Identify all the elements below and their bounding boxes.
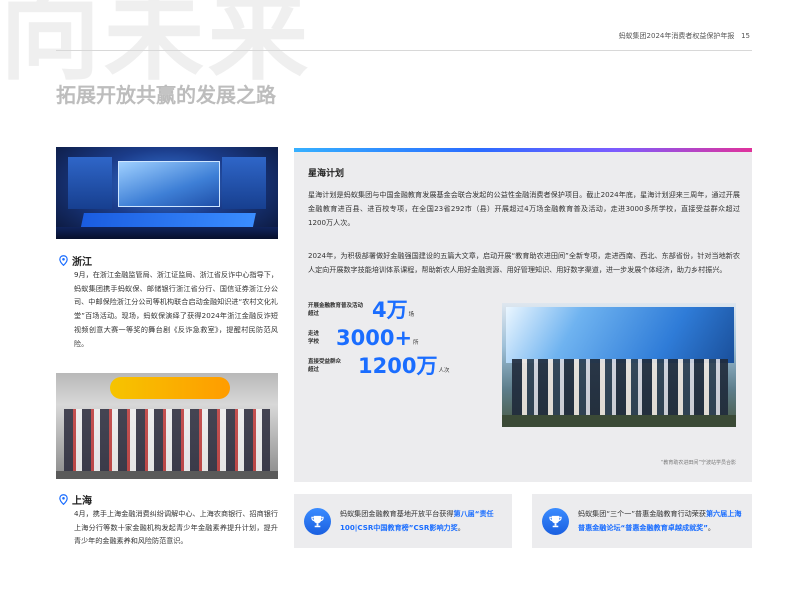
award-text: 蚂蚁集团金融教育基地开放平台获得第八届“责任100|CSR中国教育榜”CSR影响… — [340, 507, 505, 535]
award-text-part: 蚂蚁集团“三个一”普惠金融教育行动荣获 — [578, 509, 706, 518]
location-description: 4月，携手上海金融消费纠纷调解中心、上海农商银行、招商银行上海分行等数十家金融机… — [74, 509, 278, 546]
group-floor — [56, 471, 278, 479]
stat-unit: 场 — [408, 312, 415, 318]
panel-gradient-bar — [294, 148, 752, 152]
stat-label: 超过 — [308, 366, 320, 373]
stat-label: 走进 — [308, 331, 320, 337]
photo-caption: “教育助农进田间”宁波站学员合影 — [660, 460, 736, 466]
training-banner — [506, 307, 734, 363]
stat-value: 1200万 — [358, 354, 438, 378]
award-text-part: 。 — [707, 523, 716, 532]
shanghai-group-photo — [56, 373, 278, 479]
page-number: 15 — [741, 32, 750, 40]
trophy-icon — [304, 507, 331, 535]
location-shanghai: 上海 — [58, 492, 92, 507]
stat-unit: 人次 — [438, 368, 450, 374]
xinghai-plan-panel: 星海计划 星海计划是蚂蚁集团与中国金融教育发展基金会联合发起的公益性金融消费者保… — [294, 148, 752, 482]
award-text-part: 。 — [457, 523, 465, 532]
stat-label: 学校 — [308, 338, 320, 345]
group-banner — [110, 377, 230, 399]
location-pin-icon — [59, 494, 68, 505]
panel-title: 星海计划 — [308, 169, 345, 179]
stat-value: 3000+ — [336, 326, 413, 350]
location-name: 上海 — [72, 496, 92, 507]
watermark-heading: 向未来 — [0, 0, 312, 94]
training-group-photo — [502, 303, 736, 427]
group-people — [64, 409, 270, 473]
stat-beneficiaries: 直接受益群众 超过 1200万 人次 — [308, 356, 449, 377]
stage-floor — [56, 227, 278, 239]
location-zhejiang: 浙江 — [58, 253, 92, 268]
header-divider — [56, 50, 752, 51]
stage-side-panel — [222, 157, 266, 209]
stat-value: 4万 — [372, 298, 408, 322]
location-description: 9月，在浙江金融监管局、浙江证监局、浙江省反诈中心指导下，蚂蚁集团携手蚂蚁保、邮… — [74, 270, 278, 348]
trophy-icon — [542, 507, 569, 535]
running-header: 蚂蚁集团2024年消费者权益保护年报 15 — [619, 31, 750, 41]
panel-paragraph: 2024年，为积极部署做好金融强国建设的五篇大文章，启动开展“教育助农进田间”全… — [308, 251, 740, 274]
training-people — [512, 359, 728, 417]
stat-schools: 走进 学校 3000+ 所 — [308, 328, 419, 349]
stage-screen — [118, 161, 220, 207]
stat-label: 超过 — [308, 310, 320, 317]
stat-label: 开展金融教育普及活动 — [308, 303, 364, 309]
stat-label: 直接受益群众 — [308, 359, 342, 365]
award-box: 蚂蚁集团金融教育基地开放平台获得第八届“责任100|CSR中国教育榜”CSR影响… — [294, 494, 512, 548]
stat-unit: 所 — [413, 340, 419, 346]
stat-activities: 开展金融教育普及活动 超过 4万 场 — [308, 300, 414, 321]
award-box: 蚂蚁集团“三个一”普惠金融教育行动荣获第六届上海普惠金融论坛“普惠金融教育卓越成… — [532, 494, 752, 548]
section-title: 拓展开放共赢的发展之路 — [56, 83, 276, 107]
award-text: 蚂蚁集团“三个一”普惠金融教育行动荣获第六届上海普惠金融论坛“普惠金融教育卓越成… — [578, 507, 743, 535]
award-text-part: 蚂蚁集团金融教育基地开放平台获得 — [340, 509, 454, 518]
zhejiang-stage-photo — [56, 147, 278, 239]
location-pin-icon — [59, 255, 68, 266]
panel-paragraph: 星海计划是蚂蚁集团与中国金融教育发展基金会联合发起的公益性金融消费者保护项目。截… — [308, 190, 740, 227]
running-title: 蚂蚁集团2024年消费者权益保护年报 — [618, 32, 735, 40]
location-name: 浙江 — [72, 257, 92, 268]
training-ground — [502, 415, 736, 427]
stage-side-panel — [68, 157, 112, 209]
